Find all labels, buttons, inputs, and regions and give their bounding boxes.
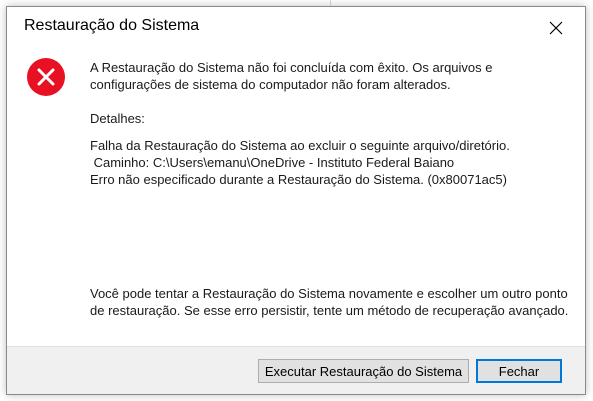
retry-advice-message: Você pode tentar a Restauração do Sistem… [90, 286, 569, 318]
details-line: Falha da Restauração do Sistema ao exclu… [90, 138, 510, 153]
system-restore-error-dialog: Restauração do Sistema A Restauração do … [6, 6, 586, 395]
details-line-path: Caminho: C:\Users\emanu\OneDrive - Insti… [90, 155, 455, 170]
close-icon [549, 21, 563, 35]
details-line-error-code: Erro não especificado durante a Restaura… [90, 172, 507, 187]
details-text: Falha da Restauração do Sistema ao exclu… [90, 137, 510, 188]
details-label: Detalhes: [90, 111, 145, 126]
close-dialog-button[interactable]: Fechar [476, 359, 562, 383]
close-button[interactable] [543, 15, 569, 41]
dialog-footer: Executar Restauração do Sistema Fechar [7, 346, 585, 394]
run-system-restore-button[interactable]: Executar Restauração do Sistema [258, 359, 469, 383]
error-icon [27, 58, 65, 96]
error-message: A Restauração do Sistema não foi concluí… [90, 60, 493, 92]
dialog-title: Restauração do Sistema [24, 17, 200, 34]
